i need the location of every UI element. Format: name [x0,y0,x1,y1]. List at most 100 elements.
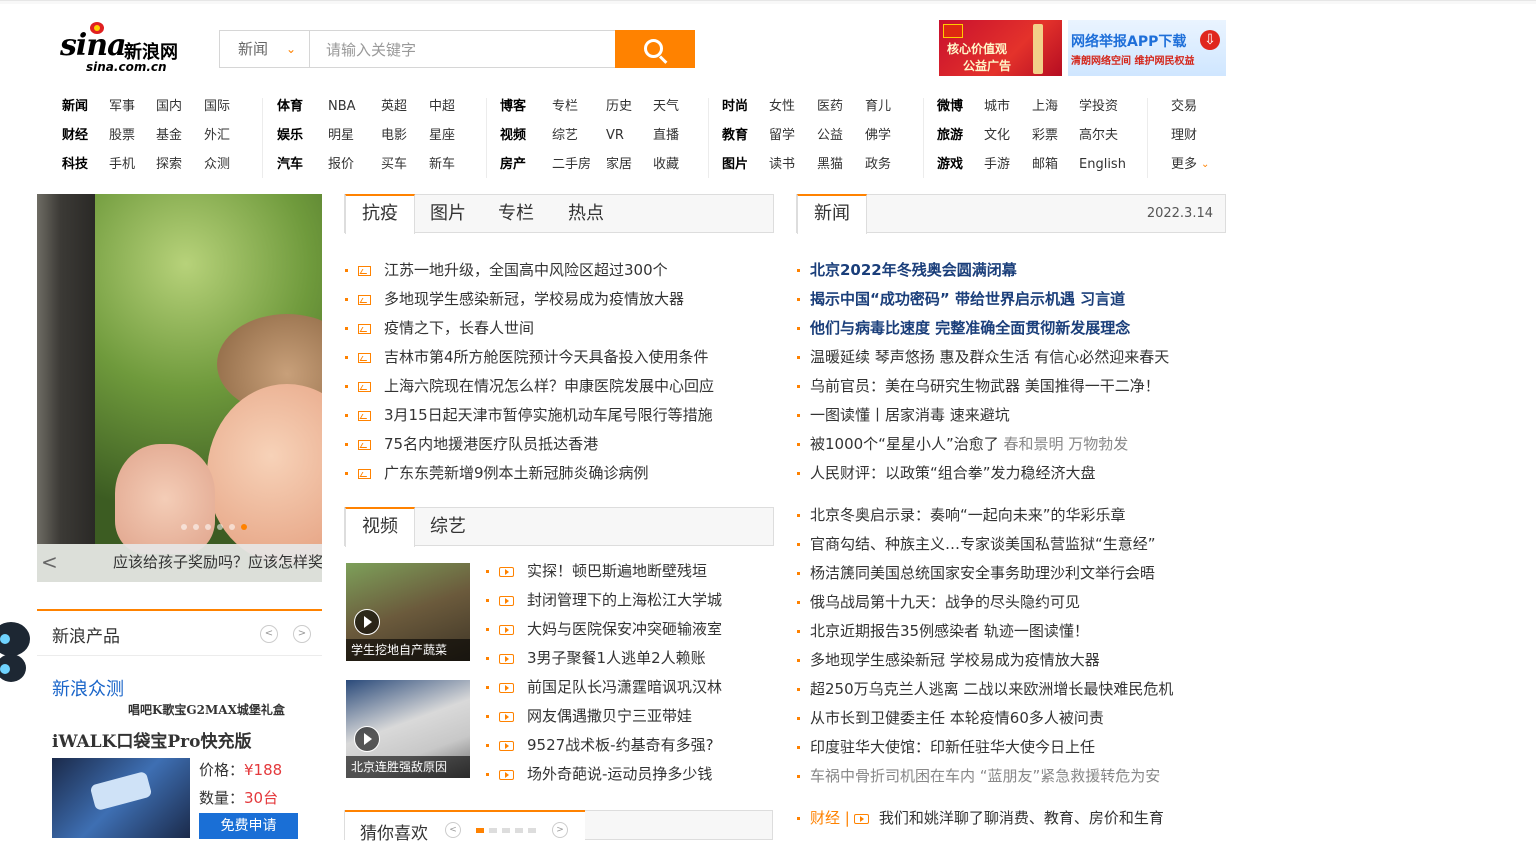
pager-dot[interactable] [489,828,497,833]
list-item[interactable]: 被1000个“星星小人”治愈了 春和景明 万物勃发 [797,430,1227,459]
nav-link[interactable]: 英超 [381,92,429,121]
robot-mascot-icon[interactable] [0,614,38,686]
nav-link[interactable]: 女性 [769,92,817,121]
news-link[interactable]: 超250万乌克兰人逃离 二战以来欧洲增长最快难民危机 [810,680,1173,698]
list-item[interactable]: 他们与病毒比速度 完整准确全面贯彻新发展理念 [797,314,1227,343]
list-item[interactable]: 9527战术板-约基奇有多强? [486,731,774,760]
nav-link[interactable]: 专栏 [552,92,606,121]
pager-dot[interactable] [528,828,536,833]
news-link[interactable]: 北京近期报告35例感染者 轨迹一图读懂！ [810,622,1089,640]
search-category-select[interactable]: 新闻 ⌄ [220,31,310,67]
news-link[interactable]: 俄乌战局第十九天：战争的尽头隐约可见 [810,593,1080,611]
list-item[interactable]: 广东东莞新增9例本土新冠肺炎确诊病例 [345,459,773,488]
nav-link[interactable]: 财经 [62,121,109,150]
nav-link[interactable]: 学投资 [1079,92,1127,121]
sina-logo[interactable]: sina 新浪网 sina.com.cn [60,22,195,74]
news-link[interactable]: 大妈与医院保安冲突砸输液室 [527,620,722,638]
chevron-right-icon[interactable]: > [293,625,311,643]
nav-link[interactable]: 报价 [328,150,381,179]
list-item[interactable]: 前国足队长冯潇霆暗讽巩汉林 [486,673,774,702]
list-item[interactable]: 俄乌战局第十九天：战争的尽头隐约可见 [797,588,1227,617]
news-link[interactable]: 吉林市第4所方舱医院预计今天具备投入使用条件 [384,348,709,366]
news-link[interactable]: 封闭管理下的上海松江大学城 [527,591,722,609]
nav-link[interactable]: 读书 [769,150,817,179]
list-item[interactable]: 温暖延续 琴声悠扬 惠及群众生活 有信心必然迎来春天 [797,343,1227,372]
nav-link[interactable]: 体育 [277,92,328,121]
nav-link[interactable]: 电影 [381,121,429,150]
slide-dot[interactable] [193,524,199,530]
slide-dot[interactable] [217,524,223,530]
list-item[interactable]: 封闭管理下的上海松江大学城 [486,586,774,615]
news-link[interactable]: 揭示中国“成功密码” 带给世界启示机遇 习言道 [810,290,1125,308]
nav-link[interactable]: 理财 [1171,121,1221,150]
nav-link[interactable]: 教育 [722,121,769,150]
nav-link[interactable]: 娱乐 [277,121,328,150]
nav-link[interactable]: 微博 [937,92,984,121]
nav-link[interactable]: 游戏 [937,150,984,179]
nav-link[interactable]: 科技 [62,150,109,179]
news-link[interactable]: 广东东莞新增9例本土新冠肺炎确诊病例 [384,464,649,482]
chevron-left-icon[interactable]: < [260,625,278,643]
apply-button[interactable]: 免费申请 [199,813,298,839]
video-thumb[interactable]: 学生挖地自产蔬菜 [346,563,470,661]
nav-link[interactable]: 彩票 [1032,121,1079,150]
nav-link[interactable]: 博客 [500,92,552,121]
slide-caption[interactable]: 应该给孩子奖励吗？应该怎样奖励孩子 [113,544,322,580]
list-item[interactable]: 印度驻华大使馆：印新任驻华大使今日上任 [797,733,1227,762]
nav-link[interactable]: NBA [328,92,381,121]
news-link[interactable]: 实探！顿巴斯遍地断壁残垣 [527,562,707,580]
list-item[interactable]: 江苏一地升级，全国高中风险区超过300个 [345,256,773,285]
nav-link[interactable]: 股票 [109,121,156,150]
nav-link[interactable]: VR [606,121,653,150]
list-item[interactable]: 北京冬奥启示录：奏响“一起向未来”的华彩乐章 [797,501,1227,530]
list-item[interactable]: 上海六院现在情况怎么样？申康医院发展中心回应 [345,372,773,401]
news-link[interactable]: 75名内地援港医疗队员抵达香港 [384,435,598,453]
list-item[interactable]: 车祸中骨折司机困在车内 “蓝朋友”紧急救援转危为安 [797,762,1227,791]
list-item[interactable]: 财经 | 我们和姚洋聊了聊消费、教育、房价和生育 [797,804,1227,833]
nav-link[interactable]: 育儿 [865,92,913,121]
list-item[interactable]: 从市长到卫健委主任 本轮疫情60多人被问责 [797,704,1227,733]
news-link[interactable]: 车祸中骨折司机困在车内 “蓝朋友”紧急救援转危为安 [810,767,1160,785]
news-link-tail[interactable]: 春和景明 万物勃发 [1004,435,1129,453]
video-caption[interactable]: 学生挖地自产蔬菜 [346,639,470,661]
nav-link[interactable]: 图片 [722,150,769,179]
pager-dot-active[interactable] [476,828,484,833]
list-item[interactable]: 官商勾结、种族主义…专家谈美国私营监狱“生意经” [797,530,1227,559]
nav-link[interactable]: 收藏 [653,150,701,179]
nav-link[interactable]: 直播 [653,121,701,150]
news-link[interactable]: 场外奇葩说-运动员挣多少钱 [527,765,712,783]
news-link[interactable]: 乌前官员：美在乌研究生物武器 美国推得一干二净！ [810,377,1160,395]
nav-link[interactable]: 高尔夫 [1079,121,1127,150]
pager-dot[interactable] [502,828,510,833]
list-item[interactable]: 一图读懂丨居家消毒 速来避坑 [797,401,1227,430]
news-link[interactable]: 他们与病毒比速度 完整准确全面贯彻新发展理念 [810,319,1130,337]
list-item[interactable]: 超250万乌克兰人逃离 二战以来欧洲增长最快难民危机 [797,675,1227,704]
pager-dot[interactable] [515,828,523,833]
news-link[interactable]: 印度驻华大使馆：印新任驻华大使今日上任 [810,738,1095,756]
nav-link[interactable]: 城市 [984,92,1032,121]
search-button[interactable] [615,30,695,68]
play-icon[interactable] [354,726,380,752]
product-image[interactable] [52,758,190,838]
news-link[interactable]: 北京冬奥启示录：奏响“一起向未来”的华彩乐章 [810,506,1126,524]
tab-antiepidemic[interactable]: 抗疫 [345,194,415,234]
nav-link[interactable]: 外汇 [204,121,252,150]
nav-link[interactable]: 探索 [156,150,204,179]
list-item[interactable]: 实探！顿巴斯遍地断壁残垣 [486,557,774,586]
nav-link[interactable]: 手游 [984,150,1032,179]
nav-link[interactable]: 政务 [865,150,913,179]
news-link[interactable]: 官商勾结、种族主义…专家谈美国私营监狱“生意经” [810,535,1156,553]
news-link[interactable]: 疫情之下，长春人世间 [384,319,534,337]
slide-caption-bar[interactable]: < 应该给孩子奖励吗？应该怎样奖励孩子 [37,544,322,582]
nav-link[interactable]: 黑猫 [817,150,865,179]
nav-link[interactable]: 明星 [328,121,381,150]
news-link[interactable]: 3男子聚餐1人逃单2人赖账 [527,649,706,667]
nav-link[interactable]: 佛学 [865,121,913,150]
nav-link[interactable]: 新车 [429,150,477,179]
slide-dot[interactable] [229,524,235,530]
nav-link[interactable]: 时尚 [722,92,769,121]
list-item[interactable]: 吉林市第4所方舱医院预计今天具备投入使用条件 [345,343,773,372]
list-item[interactable]: 揭示中国“成功密码” 带给世界启示机遇 习言道 [797,285,1227,314]
nav-link[interactable]: 交易 [1171,92,1221,121]
news-link[interactable]: 北京2022年冬残奥会圆满闭幕 [810,261,1017,279]
